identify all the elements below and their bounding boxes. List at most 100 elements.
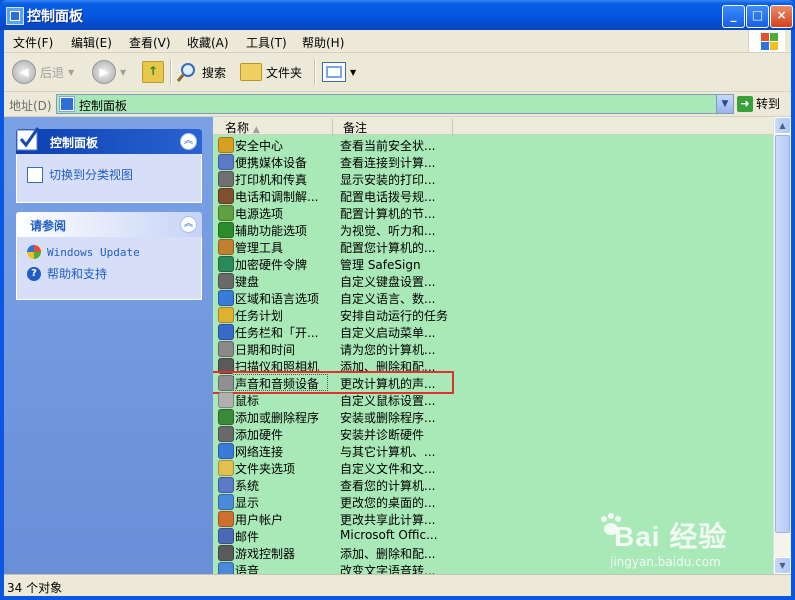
item-name: 管理工具 bbox=[235, 241, 284, 255]
token-icon bbox=[218, 256, 234, 272]
menu-help[interactable]: 帮助(H) bbox=[302, 34, 344, 51]
display-icon bbox=[218, 494, 234, 510]
title-bar[interactable]: 控制面板 _ □ × bbox=[0, 0, 795, 30]
item-comment: 查看当前安全状... bbox=[340, 139, 436, 153]
list-item[interactable]: 添加硬件 安装并诊断硬件 bbox=[213, 425, 773, 442]
column-separator[interactable] bbox=[452, 119, 453, 136]
list-item[interactable]: 任务栏和「开... 自定义启动菜单... bbox=[213, 323, 773, 340]
column-name-header[interactable]: 名称 ▲ bbox=[225, 119, 260, 136]
help-and-support-link[interactable]: ? 帮助和支持 bbox=[27, 265, 107, 282]
item-comment: 自定义键盘设置... bbox=[340, 275, 436, 289]
menu-tools[interactable]: 工具(T) bbox=[246, 34, 287, 51]
list-item[interactable]: 鼠标 自定义鼠标设置... bbox=[213, 391, 773, 408]
item-name: 日期和时间 bbox=[235, 343, 296, 357]
scroll-down-button[interactable]: ▼ bbox=[774, 557, 791, 574]
list-item[interactable]: 电话和调制解... 配置电话拨号规... bbox=[213, 187, 773, 204]
list-item[interactable]: 管理工具 配置您计算机的... bbox=[213, 238, 773, 255]
item-name: 添加或删除程序 bbox=[235, 411, 320, 425]
list-item[interactable]: 文件夹选项 自定义文件和文... bbox=[213, 459, 773, 476]
back-dropdown-icon: ▼ bbox=[68, 67, 75, 77]
toolbar-separator bbox=[314, 59, 316, 85]
gamepad-icon bbox=[218, 545, 234, 561]
forward-button[interactable]: ▶ ▼ bbox=[92, 60, 126, 84]
address-field[interactable]: 控制面板 ▼ bbox=[56, 94, 734, 114]
close-button[interactable]: × bbox=[770, 5, 793, 28]
taskbar-icon bbox=[218, 324, 234, 340]
item-name: 打印机和传真 bbox=[235, 173, 308, 187]
list-item[interactable]: 打印机和传真 显示安装的打印... bbox=[213, 170, 773, 187]
item-name: 系统 bbox=[235, 479, 260, 493]
collapse-chevron-icon[interactable]: ︽ bbox=[180, 133, 197, 150]
menu-favorites[interactable]: 收藏(A) bbox=[187, 34, 229, 51]
item-comment: 查看连接到计算... bbox=[340, 156, 436, 170]
item-name: 便携媒体设备 bbox=[235, 156, 308, 170]
column-comment-header[interactable]: 备注 bbox=[343, 119, 367, 136]
list-item[interactable]: 辅助功能选项 为视觉、听力和... bbox=[213, 221, 773, 238]
list-item[interactable]: 网络连接 与其它计算机、... bbox=[213, 442, 773, 459]
item-comment: 自定义语言、数... bbox=[340, 292, 436, 306]
search-button[interactable]: 搜索 bbox=[176, 60, 226, 84]
folders-button[interactable]: 文件夹 bbox=[240, 60, 302, 84]
toolbar: ◀ 后退 ▼ ▶ ▼ ↑ 搜索 文件夹 ▼ bbox=[4, 53, 791, 92]
menu-edit[interactable]: 编辑(E) bbox=[71, 34, 112, 51]
views-button[interactable]: ▼ bbox=[322, 60, 356, 84]
item-name: 区域和语言选项 bbox=[235, 292, 320, 306]
list-item[interactable]: 系统 查看您的计算机... bbox=[213, 476, 773, 493]
list-item[interactable]: 便携媒体设备 查看连接到计算... bbox=[213, 153, 773, 170]
control-panel-panel-body: 切换到分类视图 bbox=[16, 154, 202, 203]
address-dropdown-icon[interactable]: ▼ bbox=[716, 95, 733, 113]
see-also-panel-header[interactable]: 请参阅 ︽ bbox=[16, 212, 202, 237]
views-dropdown-icon: ▼ bbox=[350, 67, 357, 77]
menu-bar: 文件(F) 编辑(E) 查看(V) 收藏(A) 工具(T) 帮助(H) bbox=[4, 30, 791, 53]
item-comment: 配置电话拨号规... bbox=[340, 190, 436, 204]
go-button[interactable]: ➜ 转到 bbox=[737, 95, 780, 112]
item-comment: 查看您的计算机... bbox=[340, 479, 436, 493]
maximize-button[interactable]: □ bbox=[746, 5, 769, 28]
list-item[interactable]: 声音和音频设备 更改计算机的声... bbox=[213, 371, 773, 394]
control-panel-icon bbox=[6, 7, 24, 25]
item-comment: 改变文字语音转... bbox=[340, 564, 436, 574]
scroll-thumb[interactable] bbox=[775, 135, 790, 533]
vertical-scrollbar[interactable]: ▲ ▼ bbox=[773, 117, 791, 574]
forward-arrow-icon: ▶ bbox=[92, 60, 116, 84]
item-comment: 添加、删除和配... bbox=[340, 547, 436, 561]
list-item[interactable]: 添加或删除程序 安装或删除程序... bbox=[213, 408, 773, 425]
category-view-icon bbox=[27, 166, 43, 183]
status-object-count: 34 个对象 bbox=[7, 581, 63, 595]
scroll-up-button[interactable]: ▲ bbox=[774, 117, 791, 134]
item-name: 任务栏和「开... bbox=[235, 326, 319, 340]
list-item[interactable]: 任务计划 安排自动运行的任务 bbox=[213, 306, 773, 323]
item-name: 电话和调制解... bbox=[235, 190, 319, 204]
collapse-chevron-icon[interactable]: ︽ bbox=[180, 216, 197, 233]
list-item[interactable]: 区域和语言选项 自定义语言、数... bbox=[213, 289, 773, 306]
windows-update-icon bbox=[27, 245, 41, 259]
watermark-brand: Bai 经验 bbox=[614, 521, 728, 552]
item-comment: 自定义文件和文... bbox=[340, 462, 436, 476]
item-name: 电源选项 bbox=[235, 207, 284, 221]
list-item[interactable]: 电源选项 配置计算机的节... bbox=[213, 204, 773, 221]
column-separator[interactable] bbox=[332, 119, 333, 136]
menu-view[interactable]: 查看(V) bbox=[129, 34, 171, 51]
shield-icon bbox=[218, 137, 234, 153]
list-item[interactable]: 加密硬件令牌 管理 SafeSign bbox=[213, 255, 773, 272]
address-value: 控制面板 bbox=[79, 99, 128, 113]
window: 控制面板 _ □ × 文件(F) 编辑(E) 查看(V) 收藏(A) 工具(T)… bbox=[0, 0, 795, 600]
users-icon bbox=[218, 511, 234, 527]
list-item[interactable]: 键盘 自定义键盘设置... bbox=[213, 272, 773, 289]
baidu-watermark: Bai 经验 jingyan.baidu.com bbox=[600, 513, 728, 569]
list-item[interactable]: 安全中心 查看当前安全状... bbox=[213, 136, 773, 153]
list-item[interactable]: 显示 更改您的桌面的... bbox=[213, 493, 773, 510]
switch-to-category-view-link[interactable]: 切换到分类视图 bbox=[27, 166, 133, 183]
control-panel-panel-header[interactable]: 控制面板 ︽ bbox=[16, 127, 202, 154]
back-button[interactable]: ◀ 后退 ▼ bbox=[12, 60, 74, 84]
list-item[interactable]: 日期和时间 请为您的计算机... bbox=[213, 340, 773, 357]
windows-update-label: Windows Update bbox=[47, 245, 140, 259]
up-button[interactable]: ↑ bbox=[142, 60, 164, 84]
item-name: 邮件 bbox=[235, 530, 260, 544]
menu-file[interactable]: 文件(F) bbox=[13, 34, 53, 51]
minimize-button[interactable]: _ bbox=[722, 5, 745, 28]
windows-update-link[interactable]: Windows Update bbox=[27, 245, 140, 259]
item-comment: 更改共享此计算... bbox=[340, 513, 436, 527]
search-icon bbox=[176, 63, 195, 82]
items-list: 名称 ▲ 备注 安全中心 查看当前安全状... 便携媒体设备 查看连接到计算... 打印… bbox=[213, 117, 773, 574]
